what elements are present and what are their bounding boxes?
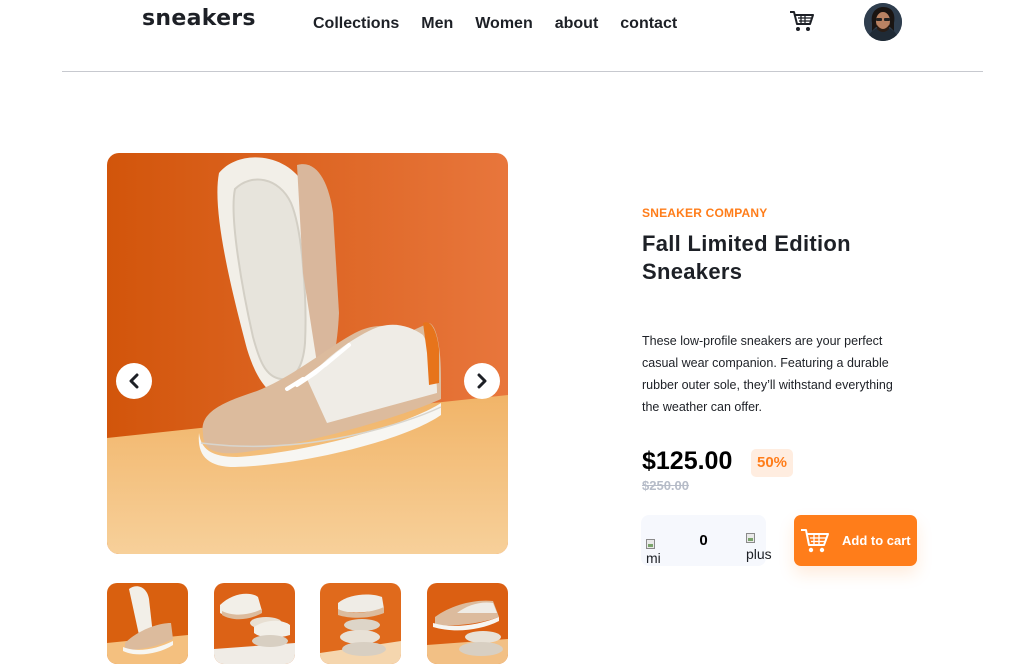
plus-icon [746, 533, 755, 543]
logo[interactable]: sneakers [142, 6, 256, 31]
company-label: SNEAKER COMPANY [642, 206, 768, 220]
cart-button[interactable] [789, 9, 815, 33]
thumbnail-image [107, 583, 188, 664]
nav-link-collections[interactable]: Collections [313, 15, 399, 33]
nav-link-men[interactable]: Men [421, 15, 453, 33]
thumbnail-4[interactable] [427, 583, 508, 664]
cart-icon [801, 529, 829, 553]
previous-image-button[interactable] [116, 363, 152, 399]
minus-alt-text: mi [646, 550, 661, 566]
product-description: These low-profile sneakers are your perf… [642, 334, 893, 414]
main-nav: Collections Men Women about contact [313, 15, 677, 33]
plus-alt-text: plus [746, 546, 772, 562]
avatar-image [864, 3, 902, 41]
discount-badge: 50% [751, 449, 794, 477]
product-title: Fall Limited Edition Sneakers [642, 231, 851, 284]
original-price: $250.00 [642, 478, 689, 493]
cart-icon [790, 11, 814, 31]
sneaker-photo [107, 153, 508, 554]
header-divider [62, 71, 983, 72]
chevron-right-icon [477, 373, 487, 389]
thumbnail-3[interactable] [320, 583, 401, 664]
quantity-stepper: mi 0 plus [641, 515, 772, 566]
nav-link-about[interactable]: about [555, 15, 599, 33]
add-to-cart-button[interactable]: Add to cart [794, 515, 917, 566]
next-image-button[interactable] [464, 363, 500, 399]
nav-link-women[interactable]: Women [475, 15, 532, 33]
thumbnail-1[interactable] [107, 583, 188, 664]
nav-link-contact[interactable]: contact [620, 15, 677, 33]
thumbnail-image [427, 583, 508, 664]
site-header: sneakers Collections Men Women about con… [0, 0, 1020, 72]
avatar[interactable] [864, 3, 902, 41]
chevron-left-icon [129, 373, 139, 389]
thumbnail-image [214, 583, 295, 664]
thumbnail-image [320, 583, 401, 664]
add-to-cart-label: Add to cart [842, 533, 911, 548]
product-main-image[interactable] [107, 153, 508, 554]
current-price: $125.00 [642, 447, 733, 475]
increase-quantity-button[interactable]: plus [746, 533, 776, 563]
thumbnail-2[interactable] [214, 583, 295, 664]
